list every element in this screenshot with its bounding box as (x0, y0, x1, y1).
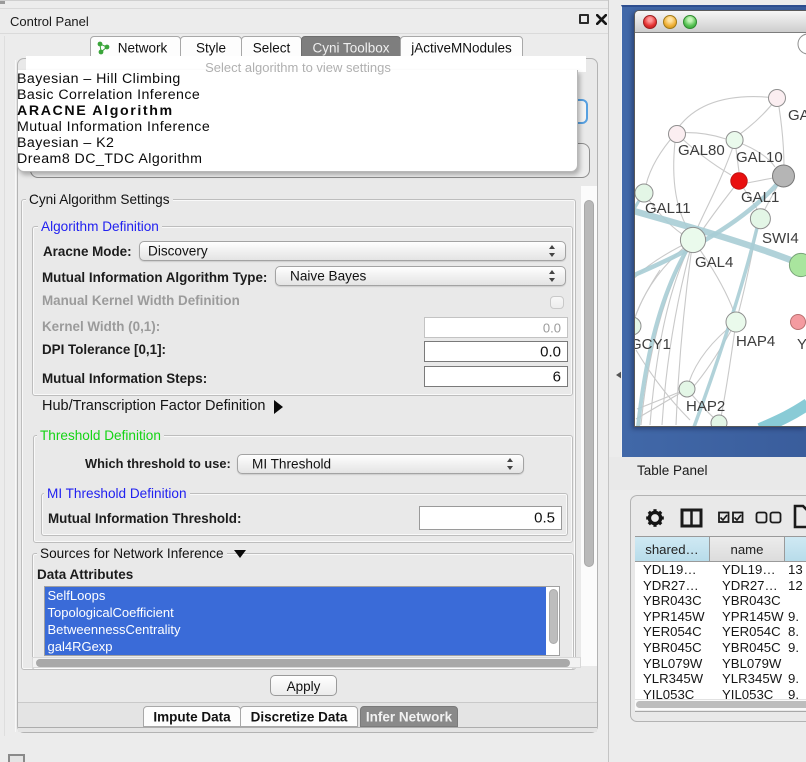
svg-text:GAL11: GAL11 (645, 200, 691, 217)
svg-text:SWI4: SWI4 (762, 230, 799, 247)
svg-text:GAL4: GAL4 (695, 254, 733, 271)
svg-text:HAP2: HAP2 (686, 398, 725, 415)
svg-text:GAL10: GAL10 (736, 149, 783, 166)
svg-text:YB: YB (797, 336, 806, 353)
svg-text:HAP4: HAP4 (736, 333, 775, 350)
svg-text:GAL80: GAL80 (678, 142, 725, 159)
svg-text:GAL1: GAL1 (741, 189, 779, 206)
svg-text:GCY1: GCY1 (635, 336, 671, 353)
svg-text:GAL7: GAL7 (788, 107, 806, 124)
